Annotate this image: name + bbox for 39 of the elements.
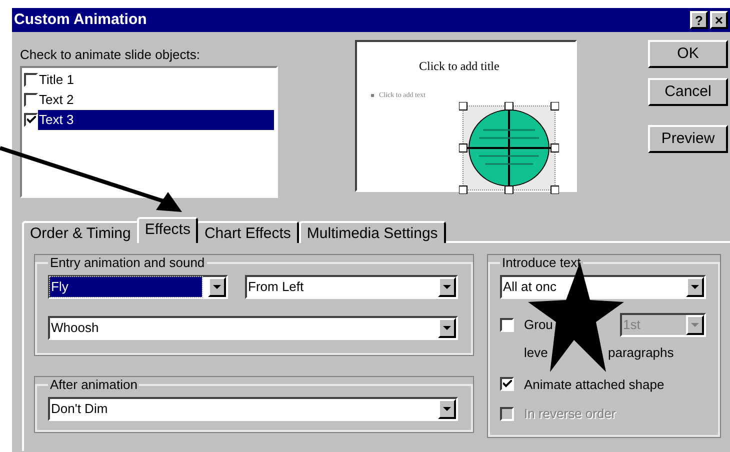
tab[interactable]: Effects [136, 217, 198, 243]
caret-icon [691, 285, 699, 289]
dropdown[interactable]: Whoosh [48, 316, 458, 340]
dialog-button[interactable]: OK [648, 40, 728, 68]
caret-icon [443, 407, 451, 411]
dialog-button[interactable]: Cancel [648, 78, 728, 106]
close-button[interactable]: × [710, 11, 728, 29]
checkbox[interactable] [500, 318, 514, 332]
caret-icon [443, 326, 451, 330]
checkbox[interactable] [500, 377, 514, 392]
caret-icon [691, 323, 699, 327]
list-item[interactable]: Text 3 [38, 110, 274, 130]
group-title: Introduce text [501, 255, 582, 271]
caret-icon [443, 285, 451, 289]
dropdown[interactable]: Fly [48, 275, 228, 299]
group-title: After animation [49, 377, 138, 393]
checkbox-label: leve [524, 345, 548, 360]
checkbox-label: Animate attached shape [524, 376, 664, 394]
bullet-icon [371, 94, 374, 97]
tab[interactable]: Chart Effects [196, 221, 299, 243]
list-item[interactable]: Text 2 [38, 90, 274, 110]
checkbox-label: paragraphs [608, 344, 674, 362]
dialog-button[interactable]: Preview [648, 125, 728, 153]
group-title: Entry animation and sound [49, 255, 206, 271]
checkbox-label: Grou [524, 316, 554, 334]
window-title: Custom Animation [14, 10, 147, 30]
list-item[interactable]: Title 1 [38, 70, 274, 90]
dropdown[interactable]: All at onc [500, 275, 706, 299]
checkbox[interactable] [24, 113, 38, 127]
list-label: Check to animate slide objects: [20, 46, 201, 64]
object-list[interactable]: Title 1 Text 2 Text 3 [20, 66, 278, 198]
tab[interactable]: Order & Timing [22, 221, 139, 243]
slide-title: Click to add title [419, 58, 500, 75]
help-button[interactable]: ? [690, 11, 708, 29]
tab[interactable]: Multimedia Settings [298, 221, 446, 243]
checkbox-label: In reverse order [524, 405, 616, 423]
caret-icon [213, 285, 221, 289]
dropdown[interactable]: From Left [245, 275, 458, 299]
dropdown[interactable]: Don't Dim [48, 397, 458, 421]
